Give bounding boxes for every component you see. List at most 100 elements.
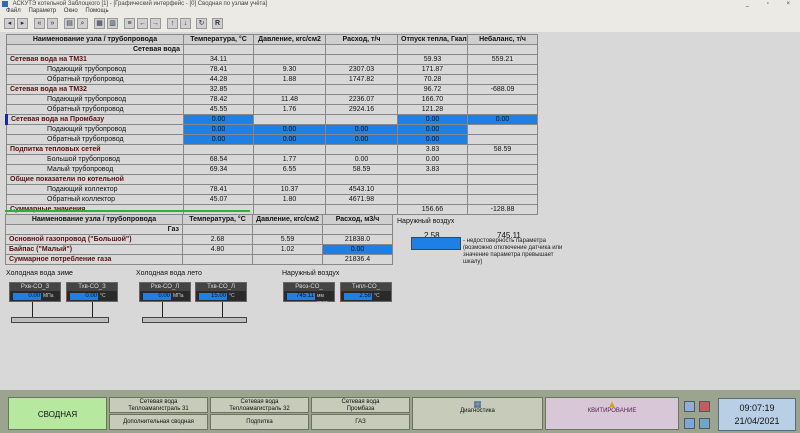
list-icon[interactable]: ≡ xyxy=(124,18,135,29)
cold-summer-pressure-gauge[interactable]: Рхв-CO_Л 0.00 МПа xyxy=(139,282,191,302)
heat-value-cell: 2236.07 xyxy=(325,94,398,105)
up-icon[interactable]: ↑ xyxy=(167,18,178,29)
gas-table: Наименование узла / трубопровода Температ… xyxy=(5,214,393,265)
last-icon[interactable]: » xyxy=(47,18,58,29)
heat-col-header: Расход, т/ч xyxy=(325,34,398,45)
window-title: АСКУТЭ котельной Заблоцкого [1] - [Графи… xyxy=(12,1,268,7)
heat-value-cell xyxy=(253,44,326,55)
gauge-value: 2.58 xyxy=(344,293,372,300)
alarm-icon[interactable] xyxy=(699,401,710,412)
heat-value-cell xyxy=(183,44,254,55)
gas-row-name: Байпас ("Малый") xyxy=(5,244,183,255)
cold-winter-temp-gauge[interactable]: Тхв-CO_З 0.00 °C xyxy=(66,282,118,302)
heat-value-cell: 78.42 xyxy=(183,94,254,105)
heat-header-row: Наименование узла / трубопровода Температ… xyxy=(6,34,538,45)
heat-row-name: Подающий трубопровод xyxy=(6,64,184,75)
heat-col-header: Наименование узла / трубопровода xyxy=(6,34,184,45)
window-icon[interactable] xyxy=(684,418,695,429)
nav-summary-button[interactable]: СВОДНАЯ xyxy=(8,397,107,430)
heat-value-cell xyxy=(253,114,326,125)
heat-row-name: Обратный трубопровод xyxy=(6,134,184,145)
heat-value-cell: 78.41 xyxy=(183,184,254,195)
grid-icon[interactable]: ▦ xyxy=(94,18,105,29)
nav-gas-button[interactable]: ГАЗ xyxy=(311,414,410,430)
heat-value-cell: -688.09 xyxy=(467,84,538,95)
outdoor-temp-gauge[interactable]: Тнпл-CO_ 2.58 °C xyxy=(340,282,392,302)
window-controls[interactable]: _ ▫ × xyxy=(746,0,798,8)
arrow-left-icon[interactable]: ← xyxy=(137,18,148,29)
gas-row-name: Суммарное потребление газа xyxy=(5,254,183,265)
heat-value-cell xyxy=(325,44,398,55)
heat-value-cell xyxy=(467,174,538,185)
forward-icon[interactable]: ▸ xyxy=(17,18,28,29)
down-icon[interactable]: ↓ xyxy=(180,18,191,29)
nav-prombaza-button[interactable]: Сетевая вода Промбаза xyxy=(311,397,410,413)
gas-row-name: Основной газопровод ("Большой") xyxy=(5,234,183,245)
print-icon[interactable]: ▤ xyxy=(64,18,75,29)
refresh-icon[interactable]: ↻ xyxy=(196,18,207,29)
gauge-unit: °C xyxy=(100,293,106,299)
nav-tm32-button[interactable]: Сетевая вода Теплоамагистраль 32 xyxy=(210,397,309,413)
heat-row: Обратный трубопровод 44.28 1.88 1747.82 70.2… xyxy=(6,74,538,85)
zoom-icon[interactable]: ⌕ xyxy=(77,18,88,29)
settings-icon[interactable] xyxy=(699,418,710,429)
heat-value-cell: 0.00 xyxy=(325,134,398,145)
menu-file[interactable]: Файл xyxy=(6,8,21,14)
heat-value-cell xyxy=(253,174,326,185)
menu-parameter[interactable]: Параметр xyxy=(28,8,56,14)
first-icon[interactable]: « xyxy=(34,18,45,29)
cold-winter-title: Холодная вода зиме xyxy=(6,270,73,277)
gauge-unit: МПа xyxy=(43,293,54,299)
heat-row: Подпитка тепловых сетей 3.83 58.59 xyxy=(6,144,538,155)
heat-value-cell xyxy=(325,84,398,95)
heat-value-cell: 11.48 xyxy=(253,94,326,105)
gauge-tag: Тхв-CO_Л xyxy=(196,283,246,291)
nav-makeup-button[interactable]: Подпитка xyxy=(210,414,309,430)
nav-acknowledge-button[interactable]: ▲ КВИТИРОВАНИЕ xyxy=(545,397,679,430)
heat-value-cell: 70.28 xyxy=(397,74,468,85)
heat-value-cell: 2924.16 xyxy=(325,104,398,115)
gas-col-header: Расход, м3/ч xyxy=(322,214,393,225)
heat-col-header: Небаланс, т/ч xyxy=(467,34,538,45)
heat-value-cell: 9.30 xyxy=(253,64,326,75)
heat-value-cell: 0.00 xyxy=(397,154,468,165)
gauge-value: 0.00 xyxy=(143,293,171,300)
heat-col-header: Отпуск тепла, Гкал/ч xyxy=(397,34,468,45)
gauge-unit: °C xyxy=(229,293,235,299)
cold-winter-pressure-gauge[interactable]: Рхв-CO_З 0.00 МПа xyxy=(9,282,61,302)
heat-value-cell: 1747.82 xyxy=(325,74,398,85)
heat-value-cell: 1.88 xyxy=(253,74,326,85)
gas-value-cell: 5.59 xyxy=(252,234,323,245)
heat-value-cell: 96.72 xyxy=(397,84,468,95)
r-button[interactable]: R xyxy=(212,18,223,29)
menu-help[interactable]: Помощь xyxy=(85,8,108,14)
heat-value-cell: 6.55 xyxy=(253,164,326,175)
gas-value-cell xyxy=(322,224,393,235)
gas-row-name: Газ xyxy=(5,224,183,235)
nav-diagnostics-button[interactable]: ▦ Диагностика xyxy=(412,397,543,430)
heat-value-cell xyxy=(467,74,538,85)
screen-icon[interactable] xyxy=(684,401,695,412)
heat-value-cell xyxy=(397,194,468,205)
heat-value-cell: 32.85 xyxy=(183,84,254,95)
heat-value-cell: 0.00 xyxy=(183,124,254,135)
back-icon[interactable]: ◂ xyxy=(4,18,15,29)
heat-row: Сетевая вода на ТМ31 34.11 59.93 559.21 xyxy=(6,54,538,65)
arrow-right-icon[interactable]: → xyxy=(150,18,161,29)
outdoor-pressure-gauge[interactable]: Рвоз-CO_ 745.11 мм рт.ст xyxy=(283,282,335,306)
heat-value-cell xyxy=(397,44,468,55)
sensor-stem xyxy=(92,302,93,317)
heat-row-name: Подающий трубопровод xyxy=(6,94,184,105)
heat-value-cell: 156.66 xyxy=(397,204,468,215)
gas-value-cell xyxy=(182,224,253,235)
heat-value-cell: 0.00 xyxy=(397,114,468,125)
heat-value-cell: 78.41 xyxy=(183,64,254,75)
chart-icon[interactable]: ▥ xyxy=(107,18,118,29)
heat-value-cell xyxy=(467,64,538,75)
heat-row-name: Малый трубопровод xyxy=(6,164,184,175)
nav-tm31-button[interactable]: Сетевая вода Теплоамагистраль 31 xyxy=(109,397,208,413)
cold-summer-temp-gauge[interactable]: Тхв-CO_Л 15.00 °C xyxy=(195,282,247,302)
menu-window[interactable]: Окно xyxy=(64,8,78,14)
gas-value-cell: 1.02 xyxy=(252,244,323,255)
nav-extra-summary-button[interactable]: Дополнительная сводная xyxy=(109,414,208,430)
